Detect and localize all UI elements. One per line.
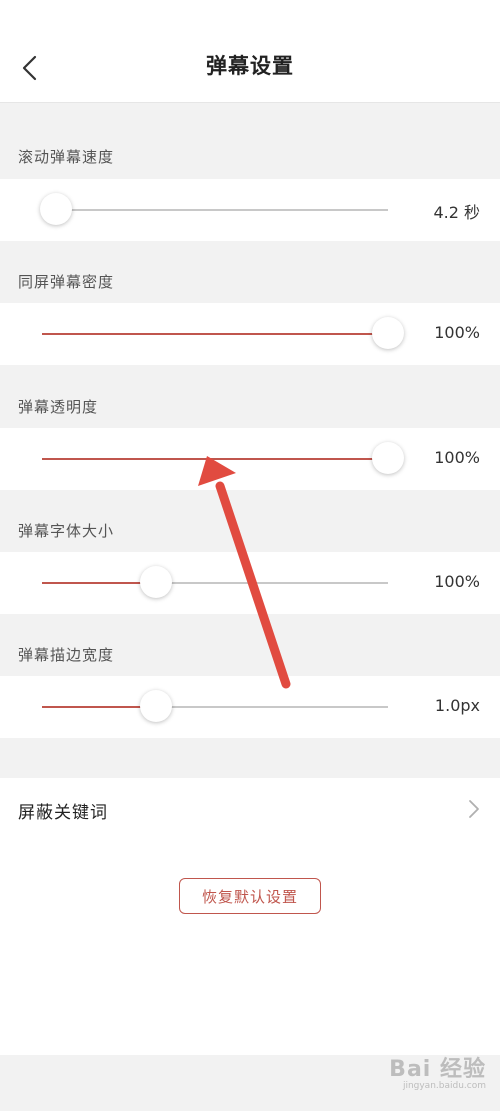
font-size-label: 弹幕字体大小 [18, 522, 115, 540]
page-title: 弹幕设置 [206, 54, 294, 78]
font-size-thumb[interactable] [140, 566, 173, 598]
header-bar: 弹幕设置 [0, 0, 500, 103]
density-thumb[interactable] [372, 317, 404, 349]
slider-fill [42, 706, 157, 708]
scroll-speed-value: 4.2 秒 [433, 203, 480, 222]
opacity-row: 100% [0, 428, 500, 490]
scroll-speed-slider[interactable] [42, 209, 388, 211]
stroke-width-slider[interactable] [42, 706, 388, 708]
stroke-width-value: 1.0px [434, 696, 480, 715]
slider-fill [42, 458, 388, 460]
chevron-right-icon [469, 800, 479, 818]
scroll-speed-row: 4.2 秒 [0, 179, 500, 241]
opacity-value: 100% [434, 448, 480, 467]
opacity-thumb[interactable] [372, 442, 404, 474]
reset-defaults-button[interactable]: 恢复默认设置 [179, 878, 321, 914]
stroke-width-thumb[interactable] [140, 690, 173, 722]
density-value: 100% [434, 323, 480, 342]
slider-fill [42, 582, 157, 584]
stroke-width-label: 弹幕描边宽度 [18, 646, 115, 664]
baidu-jingyan-watermark: Bai 经验 jingyan.baidu.com [389, 1057, 486, 1094]
opacity-label: 弹幕透明度 [18, 398, 99, 416]
block-keywords-row[interactable]: 屏蔽关键词 [0, 778, 500, 840]
density-slider[interactable] [42, 333, 388, 335]
density-label: 同屏弹幕密度 [18, 273, 115, 291]
scroll-speed-thumb[interactable] [39, 193, 72, 225]
watermark-brand: Bai 经验 [389, 1057, 486, 1082]
font-size-row: 100% [0, 552, 500, 614]
slider-fill [42, 333, 388, 335]
font-size-slider[interactable] [42, 582, 388, 584]
watermark-site: jingyan.baidu.com [402, 1081, 486, 1091]
font-size-value: 100% [434, 572, 480, 591]
density-row: 100% [0, 303, 500, 365]
reset-area: 恢复默认设置 [0, 840, 500, 1055]
scroll-speed-label: 滚动弹幕速度 [18, 148, 115, 166]
block-keywords-label: 屏蔽关键词 [18, 803, 108, 823]
opacity-slider[interactable] [42, 458, 388, 460]
stroke-width-row: 1.0px [0, 676, 500, 738]
